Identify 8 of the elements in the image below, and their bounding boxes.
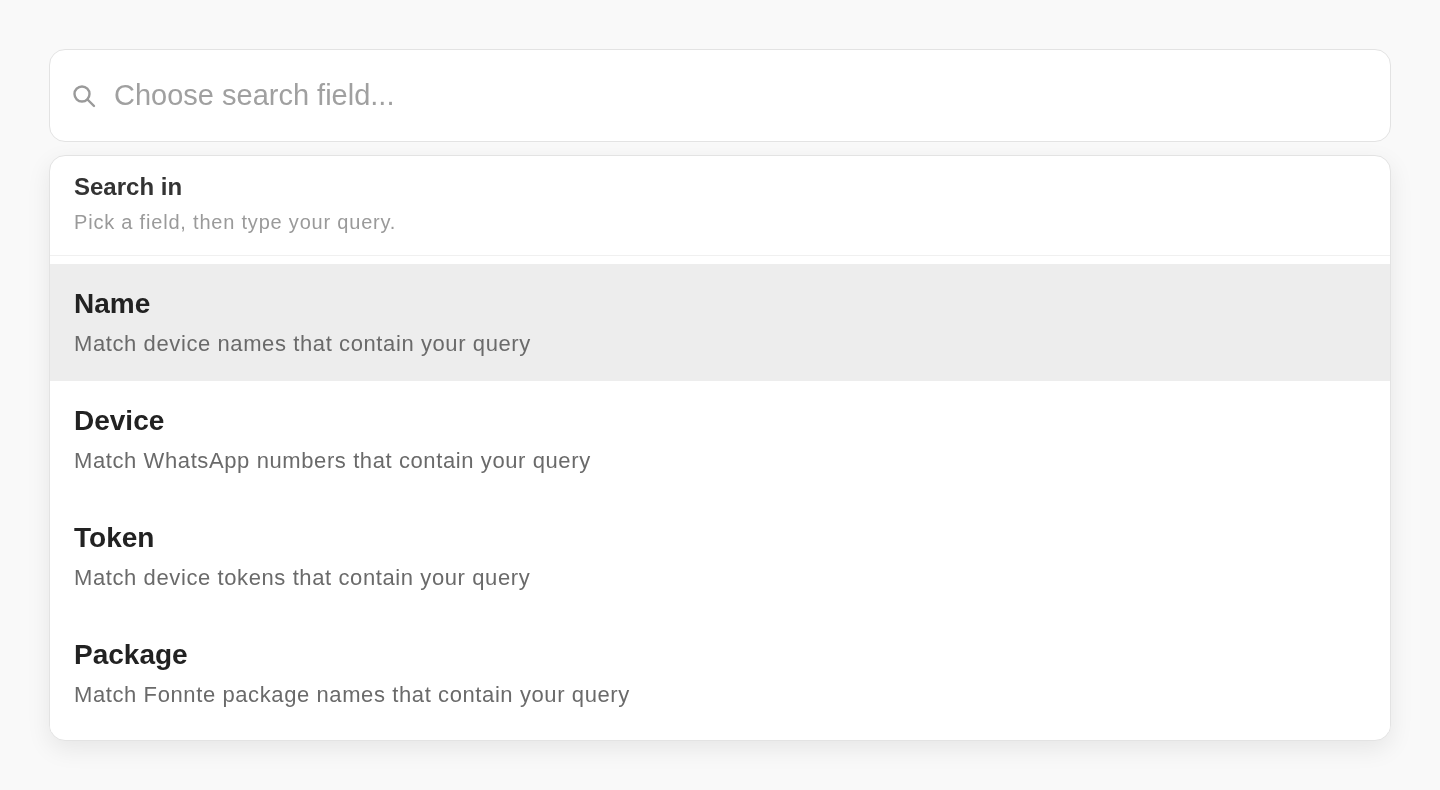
- field-option[interactable]: Device Match WhatsApp numbers that contain your query: [50, 381, 1390, 498]
- field-option[interactable]: Token Match device tokens that contain your query: [50, 498, 1390, 615]
- field-option[interactable]: Name Match device names that contain your query: [50, 264, 1390, 381]
- dropdown-heading: Search in: [74, 172, 183, 202]
- field-option[interactable]: Package Match Fonnte package names that contain your query: [50, 615, 1390, 732]
- search-field[interactable]: Choose search field...: [49, 49, 1391, 142]
- dropdown-hint: Pick a field, then type your query.: [74, 210, 397, 235]
- search-icon: [72, 84, 96, 108]
